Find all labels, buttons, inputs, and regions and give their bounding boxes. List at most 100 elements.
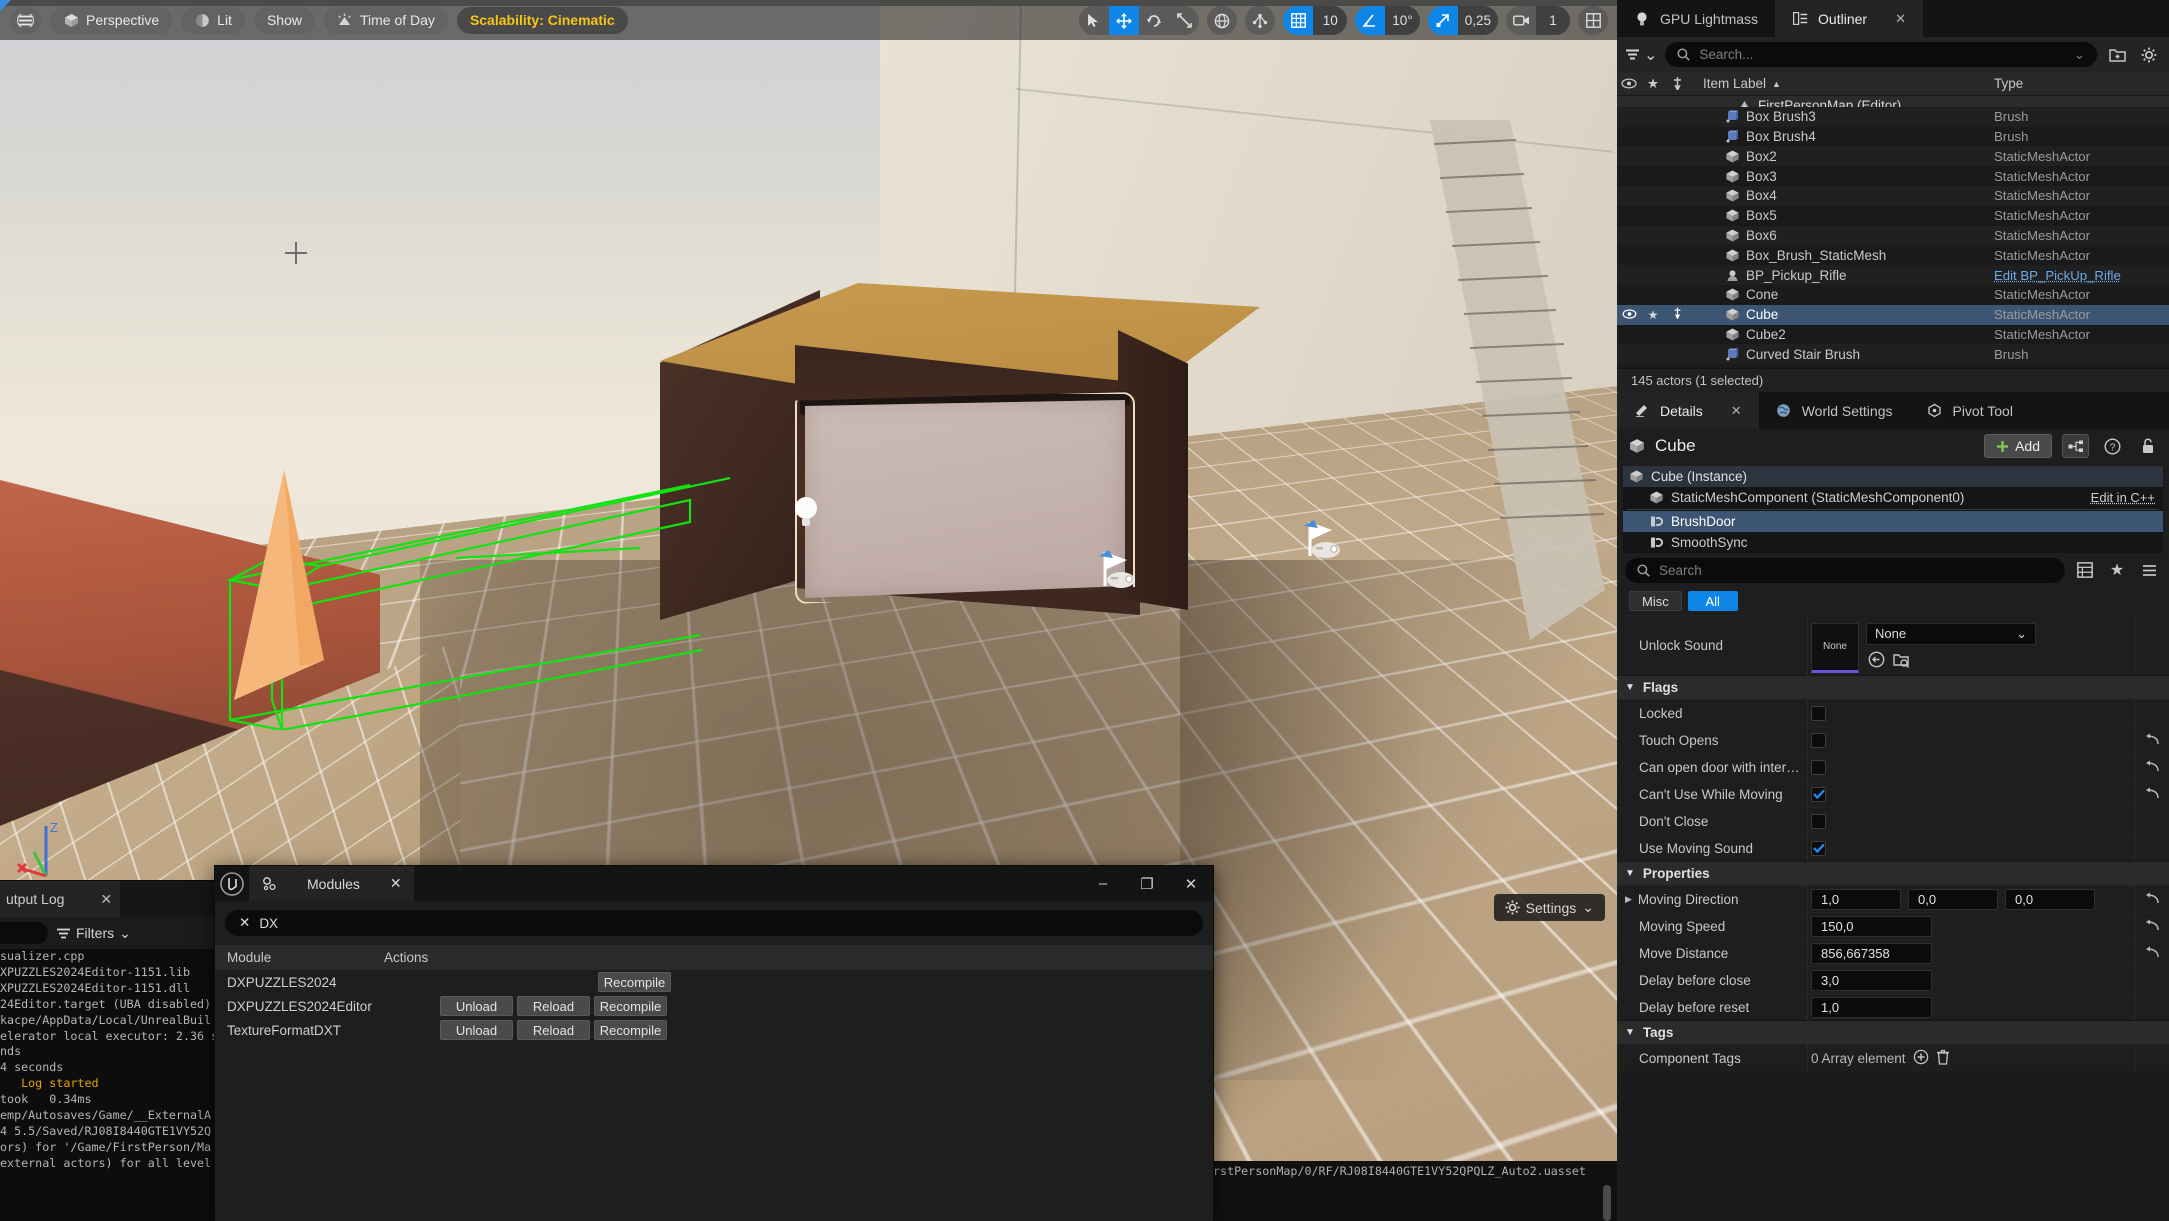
close-icon[interactable]: ✕	[1895, 11, 1906, 27]
table-row[interactable]: Cube2 StaticMeshActor	[1617, 325, 2169, 345]
outliner-column-headers[interactable]: ★ Item Label ▲ Type	[1617, 72, 2169, 96]
property-row[interactable]: Use Moving Sound	[1617, 834, 2169, 861]
table-row[interactable]: BP_Pickup_Rifle Edit BP_PickUp_Rifle	[1617, 265, 2169, 285]
modules-row[interactable]: DXPUZZLES2024 Recompile	[215, 970, 1213, 994]
details-grid-view-button[interactable]	[2073, 558, 2097, 582]
outliner-add-folder-button[interactable]	[2105, 43, 2129, 67]
details-options-button[interactable]	[2137, 558, 2161, 582]
maximize-button[interactable]: ❐	[1125, 866, 1169, 901]
star-icon[interactable]: ★	[1641, 76, 1665, 92]
property-row[interactable]: Locked	[1617, 699, 2169, 726]
player-start-icon-2[interactable]	[1300, 518, 1346, 560]
tab-world-settings[interactable]: World Settings	[1759, 392, 1910, 429]
revert-button[interactable]	[2135, 946, 2169, 960]
revert-button[interactable]	[2135, 892, 2169, 906]
viewport-toolbar[interactable]: Perspective Lit Show Time of Day Scalabi…	[0, 0, 1617, 40]
property-row[interactable]: Component Tags 0 Array element	[1617, 1044, 2169, 1071]
table-row[interactable]: Box4 StaticMeshActor	[1617, 186, 2169, 206]
property-row[interactable]: Can open door with interact ke...	[1617, 753, 2169, 780]
close-icon[interactable]: ✕	[390, 875, 402, 892]
property-value[interactable]	[1807, 787, 2135, 802]
property-value[interactable]	[1807, 814, 2135, 829]
tab-output-log[interactable]: utput Log ✕	[0, 881, 120, 917]
details-favorites-button[interactable]: ★	[2105, 558, 2129, 582]
vector-field-y[interactable]: 0,0	[1908, 889, 1998, 910]
property-row[interactable]: Delay before reset 1,0	[1617, 993, 2169, 1020]
number-field[interactable]: 150,0	[1811, 916, 1932, 937]
details-search-input[interactable]: Search	[1625, 558, 2065, 583]
section-header-properties[interactable]: ▼ Properties	[1617, 861, 2169, 885]
point-light-actor-icon[interactable]	[793, 495, 819, 529]
component-row[interactable]: SmoothSync	[1623, 532, 2163, 553]
revert-button[interactable]	[2135, 919, 2169, 933]
viewport-selected-door-mesh[interactable]	[805, 400, 1125, 598]
details-panel[interactable]: Details ✕ World Settings Pivot Tool Cube Ad…	[1617, 392, 2169, 1071]
component-tree[interactable]: Cube (Instance) StaticMeshComponent (Stat…	[1623, 466, 2163, 553]
property-value[interactable]	[1807, 841, 2135, 856]
component-row[interactable]: BrushDoor	[1623, 511, 2163, 532]
chevron-down-icon[interactable]: ▼	[1625, 682, 1635, 693]
property-row[interactable]: Touch Opens	[1617, 726, 2169, 753]
unlock-sound-asset-picker[interactable]: None ⌄	[1866, 623, 2036, 645]
property-value[interactable]: 150,0	[1807, 916, 2135, 937]
property-value[interactable]: 0 Array element	[1807, 1049, 2135, 1068]
property-value[interactable]	[1807, 706, 2135, 721]
grid-snap-group[interactable]: 10	[1283, 6, 1347, 35]
table-row[interactable]: Box3 StaticMeshActor	[1617, 166, 2169, 186]
plus-circle-icon[interactable]	[1913, 1049, 1929, 1068]
property-row[interactable]: Can't Use While Moving	[1617, 780, 2169, 807]
revert-button[interactable]	[2135, 760, 2169, 774]
outliner-search-bar[interactable]: ⌄ Search... ⌄	[1617, 37, 2169, 72]
table-row[interactable]: Box Brush4 Brush	[1617, 127, 2169, 147]
table-row[interactable]: ★ Cube StaticMeshActor	[1617, 305, 2169, 325]
outliner-tree[interactable]: FirstPersonMap (Editor)Box Brush3BrushBo…	[1617, 96, 2169, 368]
checkbox[interactable]	[1811, 814, 1826, 829]
property-row[interactable]: Delay before close 3,0	[1617, 966, 2169, 993]
tab-pivot-tool[interactable]: Pivot Tool	[1909, 392, 2029, 429]
checkbox[interactable]	[1811, 760, 1826, 775]
viewport-settings-button[interactable]: Settings ⌄	[1494, 894, 1605, 921]
viewport-menu-button[interactable]	[10, 7, 41, 34]
surface-snap-cell[interactable]	[1245, 6, 1275, 35]
details-tabstrip[interactable]: Details ✕ World Settings Pivot Tool	[1617, 392, 2169, 429]
viewport-layout-button[interactable]	[1578, 6, 1608, 35]
property-row[interactable]: ▶ Moving Direction 1,0 0,0 0,0	[1617, 885, 2169, 912]
table-row[interactable]: Box6 StaticMeshActor	[1617, 226, 2169, 246]
surface-snap-button[interactable]	[1245, 6, 1275, 35]
eye-icon[interactable]	[1617, 308, 1641, 322]
modules-window-controls[interactable]: – ❐ ✕	[1081, 866, 1213, 901]
viewport-layout-cell[interactable]	[1578, 6, 1608, 35]
filter-chip-all[interactable]: All	[1688, 591, 1738, 611]
section-header-flags[interactable]: ▼ Flags	[1617, 675, 2169, 699]
module-actions[interactable]: Unload Reload Recompile	[440, 1020, 667, 1040]
checkbox[interactable]	[1811, 787, 1826, 802]
module-actions[interactable]: Unload Reload Recompile	[440, 996, 667, 1016]
property-value[interactable]: 1,0	[1807, 997, 2135, 1018]
output-log-search-input[interactable]	[0, 922, 48, 944]
checkbox[interactable]	[1811, 733, 1826, 748]
checkbox[interactable]	[1811, 841, 1826, 856]
details-lock-button[interactable]	[2135, 434, 2161, 458]
property-row[interactable]: Move Distance 856,667358	[1617, 939, 2169, 966]
outliner-settings-button[interactable]	[2137, 43, 2161, 67]
scale-tool-button[interactable]	[1169, 6, 1199, 35]
module-recompile-button[interactable]: Recompile	[598, 972, 671, 992]
table-row[interactable]: Box_Brush_StaticMesh StaticMeshActor	[1617, 245, 2169, 265]
viewport-transform-tools[interactable]: 10 10° 0,25 1	[1079, 6, 1608, 35]
chevron-down-icon[interactable]: ▼	[1625, 868, 1635, 879]
details-filter-chips[interactable]: Misc All	[1617, 587, 2169, 615]
outliner-panel[interactable]: GPU Lightmass Outliner ✕ ⌄ Search... ⌄ ★…	[1617, 0, 2169, 392]
unlock-sound-use-selected-button[interactable]	[1866, 650, 1886, 670]
module-unload-button[interactable]: Unload	[440, 1020, 513, 1040]
number-field[interactable]: 3,0	[1811, 970, 1932, 991]
column-type[interactable]: Type	[1994, 76, 2169, 91]
pin-icon[interactable]	[1665, 77, 1689, 90]
scale-snap-value[interactable]: 0,25	[1458, 6, 1498, 35]
property-value[interactable]	[1807, 733, 2135, 748]
section-header-tags[interactable]: ▼ Tags	[1617, 1020, 2169, 1044]
property-value[interactable]: 856,667358	[1807, 943, 2135, 964]
scale-snap-toggle[interactable]	[1428, 6, 1458, 35]
select-tool-button[interactable]	[1079, 6, 1109, 35]
filter-chip-misc[interactable]: Misc	[1629, 591, 1682, 611]
modules-search-input[interactable]: ✕ DX	[225, 910, 1203, 936]
